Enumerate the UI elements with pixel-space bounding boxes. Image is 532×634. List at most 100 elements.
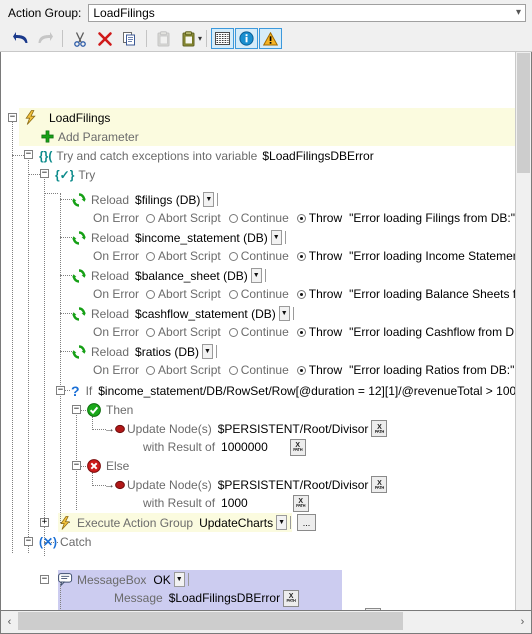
abort-script-radio[interactable]: Abort Script [146,211,221,225]
tree-row-reload[interactable]: Reload $filings (DB) ▼ [72,190,219,209]
expander-execute-action-group[interactable]: + [40,518,49,527]
try-catch-variable[interactable]: $LoadFilingsDBError [262,149,373,163]
messagebox-buttons-value[interactable]: OK [153,573,170,587]
info-button[interactable] [235,28,259,49]
xpath-button[interactable]: XPATH [371,420,388,437]
if-expression[interactable]: $income_statement/DB/RowSet/Row[@duratio… [98,384,531,398]
update-node-target[interactable]: $PERSISTENT/Root/Divisor [218,422,369,436]
tree-row-reload[interactable]: Reload $balance_sheet (DB) ▼ [72,266,266,285]
expander-try[interactable]: − [40,169,49,178]
scroll-left-button[interactable]: ‹ [1,611,18,633]
with-result-value[interactable]: 1000000 [221,440,268,454]
continue-radio[interactable]: Continue [228,325,289,339]
toolbar-separator [146,30,147,47]
continue-radio[interactable]: Continue [228,249,289,263]
messagebox-buttons-dropdown[interactable]: ▼ [173,572,185,587]
expander-messagebox[interactable]: − [40,575,49,584]
with-result-value[interactable]: 1000 [221,496,248,510]
redo-button[interactable] [33,28,58,50]
tree-row-update-node[interactable]: → Update Node(s) $PERSISTENT/Root/Diviso… [104,475,388,494]
reload-variable[interactable]: $balance_sheet (DB) [135,269,248,283]
abort-script-radio[interactable]: Abort Script [146,363,221,377]
reload-variable-dropdown[interactable]: ▼ [250,268,262,283]
expander-catch[interactable]: − [24,537,33,546]
tree-row-execute-action-group[interactable]: Execute Action Group UpdateCharts ▼ ... [58,513,317,532]
throw-radio[interactable]: Throw [296,211,342,225]
throw-radio[interactable]: Throw [296,325,342,339]
xpath-button[interactable]: XPATH [292,494,309,512]
tree-row-add-parameter[interactable]: Add Parameter [41,127,139,146]
expander-else[interactable]: − [72,461,81,470]
reload-variable-dropdown[interactable]: ▼ [202,344,213,359]
throw-message[interactable]: "Error loading Income Statements from DE [349,249,531,263]
reload-variable-dropdown[interactable]: ▼ [203,192,215,207]
throw-message[interactable]: "Error loading Filings from DB:" [349,211,515,225]
tree-row-reload[interactable]: Reload $ratios (DB) ▼ [72,342,217,361]
expander-then[interactable]: − [72,405,81,414]
abort-script-radio[interactable]: Abort Script [146,249,221,263]
throw-radio[interactable]: Throw [296,287,342,301]
paste-button[interactable] [151,28,176,50]
action-group-bar: Action Group: LoadFilings ▾ [0,0,532,26]
vertical-scrollbar[interactable] [515,52,531,610]
tree-row-else[interactable]: Else [87,456,129,475]
undo-button[interactable] [8,28,33,50]
tree-row-reload[interactable]: Reload $cashflow_statement (DB) ▼ [72,304,294,323]
browse-action-group-button[interactable]: ... [297,514,317,531]
tree-row-reload[interactable]: Reload $income_statement (DB) ▼ [72,228,286,247]
reload-variable[interactable]: $income_statement (DB) [135,231,268,245]
tree-row-try-catch[interactable]: {}( Try and catch exceptions into variab… [39,146,374,165]
xpath-button[interactable]: XPATH [283,589,300,607]
expander-if[interactable]: − [56,386,65,395]
horizontal-scrollbar[interactable]: ‹ › [0,611,532,634]
reload-variable-dropdown[interactable]: ▼ [278,306,290,321]
cut-button[interactable] [67,28,92,50]
scroll-right-button[interactable]: › [514,611,531,633]
reload-variable[interactable]: $cashflow_statement (DB) [135,307,276,321]
tree-row-messagebox[interactable]: MessageBox OK ▼ [58,570,189,589]
throw-message[interactable]: "Error loading Cashflow from DB:" [349,325,530,339]
reload-variable[interactable]: $filings (DB) [135,193,200,207]
reload-variable[interactable]: $ratios (DB) [135,345,199,359]
catch-label: Catch [60,534,92,549]
tree-row-update-node[interactable]: → Update Node(s) $PERSISTENT/Root/Diviso… [104,419,388,438]
continue-radio[interactable]: Continue [228,287,289,301]
throw-message[interactable]: "Error loading Ratios from DB:" [349,363,514,377]
reload-icon [72,344,86,359]
expander-try-catch[interactable]: − [24,150,33,159]
message-value[interactable]: $LoadFilingsDBError [169,591,280,605]
tree-line [12,155,24,157]
tree-row-try[interactable]: {✓} Try [55,165,95,184]
abort-script-radio[interactable]: Abort Script [146,287,221,301]
xpath-button[interactable]: XPATH [371,476,388,493]
throw-radio[interactable]: Throw [296,363,342,377]
vertical-scrollbar-thumb[interactable] [517,53,530,173]
continue-radio[interactable]: Continue [228,211,289,225]
horizontal-scrollbar-track[interactable] [18,611,514,633]
try-catch-brace-icon: {}( [39,148,53,163]
tree-row-catch[interactable]: (✕) Catch [39,532,91,551]
horizontal-scrollbar-thumb[interactable] [18,612,403,630]
execute-action-group-dropdown[interactable]: ▼ [276,515,288,530]
copy-button[interactable] [117,28,142,50]
tree-row-root[interactable]: LoadFilings [23,108,110,127]
reload-variable-dropdown-edge [217,193,219,206]
grid-view-button[interactable] [211,28,235,49]
throw-message[interactable]: "Error loading Balance Sheets from DB:" [349,287,531,301]
abort-script-radio[interactable]: Abort Script [146,325,221,339]
continue-radio[interactable]: Continue [228,363,289,377]
tree-row-then[interactable]: Then [87,400,133,419]
xpath-button[interactable]: XPATH [289,438,306,456]
update-node-target[interactable]: $PERSISTENT/Root/Divisor [218,478,369,492]
paste-special-button[interactable] [176,28,201,50]
tree-line [60,313,72,315]
expander-root[interactable]: − [8,113,17,122]
tree-row-if[interactable]: ? If $income_statement/DB/RowSet/Row[@du… [71,381,531,400]
execute-action-group-dropdown-edge [290,516,292,529]
warning-button[interactable] [259,28,283,49]
reload-variable-dropdown[interactable]: ▼ [270,230,282,245]
execute-action-group-value[interactable]: UpdateCharts [199,516,273,530]
delete-button[interactable] [92,28,117,50]
throw-radio[interactable]: Throw [296,249,342,263]
action-group-combobox[interactable]: LoadFilings ▾ [88,4,526,22]
